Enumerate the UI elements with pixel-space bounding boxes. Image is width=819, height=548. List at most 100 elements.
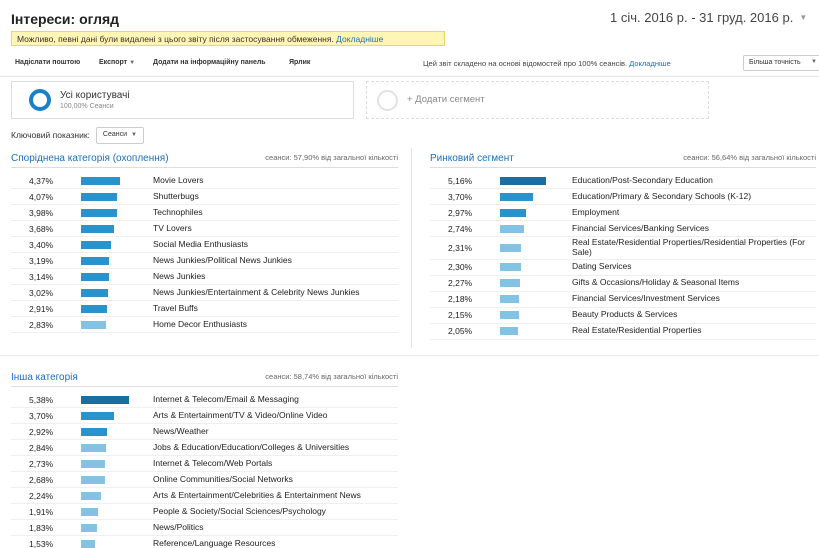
row-bar	[81, 288, 108, 297]
table-row[interactable]: 2,83% Home Decor Enthusiasts	[11, 317, 398, 333]
row-bar	[500, 208, 526, 217]
row-percent: 1,53%	[29, 538, 54, 548]
table-row[interactable]: 1,91% People & Society/Social Sciences/Ps…	[11, 504, 398, 520]
row-bar	[81, 272, 109, 281]
table-row[interactable]: 2,05% Real Estate/Residential Properties	[430, 324, 816, 340]
other-panel-title[interactable]: Інша категорія	[11, 372, 78, 383]
notice-learn-more-link[interactable]: Докладніше	[336, 34, 383, 44]
row-percent: 3,98%	[29, 207, 54, 218]
row-bar	[500, 192, 533, 201]
chevron-down-icon: ▼	[811, 59, 817, 65]
add-segment-button[interactable]: + Додати сегмент	[366, 81, 709, 119]
table-row[interactable]: 3,70% Arts & Entertainment/TV & Video/Onl…	[11, 408, 398, 424]
affinity-rows: 4,37% Movie Lovers 4,07% Shutterbugs 3,98% Te…	[11, 173, 398, 333]
row-bar	[81, 443, 106, 452]
row-percent: 2,73%	[29, 458, 54, 469]
precision-label: Більша точність	[749, 59, 801, 66]
row-label: Dating Services	[572, 261, 632, 272]
table-row[interactable]: 2,30% Dating Services	[430, 260, 816, 276]
table-row[interactable]: 3,19% News Junkies/Political News Junkies	[11, 253, 398, 269]
table-row[interactable]: 2,68% Online Communities/Social Networks	[11, 472, 398, 488]
table-row[interactable]: 2,91% Travel Buffs	[11, 301, 398, 317]
row-bar-track	[500, 189, 572, 204]
panel-rule	[11, 386, 398, 387]
market-panel-title[interactable]: Ринковий сегмент	[430, 153, 514, 164]
table-row[interactable]: 2,18% Financial Services/Investment Servi…	[430, 292, 816, 308]
row-bar-track	[81, 189, 153, 204]
row-label: Arts & Entertainment/Celebrities & Enter…	[153, 489, 361, 500]
affinity-panel: Споріднена категорія (охоплення) сеанси:…	[11, 153, 398, 343]
table-row[interactable]: 3,40% Social Media Enthusiasts	[11, 237, 398, 253]
table-row[interactable]: 2,74% Financial Services/Banking Services	[430, 221, 816, 237]
row-label: Real Estate/Residential Properties/Resid…	[572, 237, 805, 257]
export-button[interactable]: Експорт ▼	[99, 59, 135, 66]
row-label: Jobs & Education/Education/Colleges & Un…	[153, 441, 350, 452]
panel-rule	[11, 167, 398, 168]
market-panel-stat: сеанси: 56,64% від загальної кількості	[683, 153, 816, 162]
row-label: TV Lovers	[153, 222, 192, 233]
row-label: Online Communities/Social Networks	[153, 473, 293, 484]
row-label: Employment	[572, 206, 620, 217]
key-metric-dropdown[interactable]: Сеанси ▼	[95, 126, 144, 144]
row-label: Beauty Products & Services	[572, 309, 678, 320]
table-row[interactable]: 1,53% Reference/Language Resources	[11, 536, 398, 548]
row-bar-track	[81, 269, 153, 284]
row-bar	[81, 176, 120, 185]
row-bar-track	[81, 392, 153, 407]
row-percent: 5,38%	[29, 394, 54, 405]
table-row[interactable]: 1,83% News/Politics	[11, 520, 398, 536]
page-title: Інтереси: огляд	[11, 11, 120, 27]
row-percent: 1,83%	[29, 522, 54, 533]
row-percent: 2,24%	[29, 490, 54, 501]
table-row[interactable]: 4,07% Shutterbugs	[11, 189, 398, 205]
row-bar	[81, 395, 129, 404]
table-row[interactable]: 2,24% Arts & Entertainment/Celebrities & …	[11, 488, 398, 504]
report-toolbar: Надіслати поштою Експорт ▼ Додати на інфо…	[11, 55, 819, 71]
table-row[interactable]: 3,68% TV Lovers	[11, 221, 398, 237]
sampling-learn-more-link[interactable]: Докладніше	[629, 59, 671, 68]
row-bar	[81, 411, 114, 420]
row-bar-track	[81, 221, 153, 236]
table-row[interactable]: 2,92% News/Weather	[11, 424, 398, 440]
row-percent: 2,83%	[29, 319, 54, 330]
row-bar	[81, 240, 111, 249]
row-bar-track	[500, 221, 572, 236]
table-row[interactable]: 2,84% Jobs & Education/Education/Colleges…	[11, 440, 398, 456]
table-row[interactable]: 2,97% Employment	[430, 205, 816, 221]
table-row[interactable]: 2,73% Internet & Telecom/Web Portals	[11, 456, 398, 472]
segment-circle-icon	[29, 89, 51, 111]
table-row[interactable]: 3,70% Education/Primary & Secondary Schoo…	[430, 189, 816, 205]
row-bar	[81, 507, 98, 516]
table-row[interactable]: 3,14% News Junkies	[11, 269, 398, 285]
precision-dropdown[interactable]: Більша точність ▼	[743, 55, 819, 71]
row-label: Financial Services/Banking Services	[572, 222, 710, 233]
row-bar-track	[500, 240, 572, 255]
row-label: Education/Primary & Secondary Schools (K…	[572, 190, 752, 201]
row-percent: 3,70%	[29, 410, 54, 421]
table-row[interactable]: 4,37% Movie Lovers	[11, 173, 398, 189]
affinity-panel-title[interactable]: Споріднена категорія (охоплення)	[11, 153, 169, 164]
add-to-dashboard-button[interactable]: Додати на інформаційну панель	[153, 59, 266, 66]
shortcut-button[interactable]: Ярлик	[289, 59, 310, 66]
row-bar	[81, 224, 114, 233]
table-row[interactable]: 5,16% Education/Post-Secondary Education	[430, 173, 816, 189]
segment-all-users[interactable]: Усі користувачі 100,00% Сеанси	[11, 81, 354, 119]
table-row[interactable]: 2,31% Real Estate/Residential Properties/…	[430, 237, 816, 260]
table-row[interactable]: 3,02% News Junkies/Entertainment & Celebr…	[11, 285, 398, 301]
email-button[interactable]: Надіслати поштою	[15, 59, 80, 66]
notice-text: Можливо, певні дані були видалені з цьог…	[17, 34, 334, 44]
row-percent: 2,97%	[448, 207, 473, 218]
row-label: Real Estate/Residential Properties	[572, 325, 702, 336]
row-bar	[81, 427, 107, 436]
chevron-down-icon: ▼	[131, 131, 137, 138]
row-bar	[81, 539, 95, 548]
market-panel: Ринковий сегмент сеанси: 56,64% від зага…	[430, 153, 816, 348]
table-row[interactable]: 2,27% Gifts & Occasions/Holiday & Seasona…	[430, 276, 816, 292]
table-row[interactable]: 3,98% Technophiles	[11, 205, 398, 221]
date-range-picker[interactable]: 1 січ. 2016 р. - 31 груд. 2016 р. ▼	[610, 10, 807, 25]
row-label: Social Media Enthusiasts	[153, 238, 248, 249]
column-divider	[411, 148, 412, 348]
row-bar-track	[81, 301, 153, 316]
table-row[interactable]: 2,15% Beauty Products & Services	[430, 308, 816, 324]
table-row[interactable]: 5,38% Internet & Telecom/Email & Messagin…	[11, 392, 398, 408]
